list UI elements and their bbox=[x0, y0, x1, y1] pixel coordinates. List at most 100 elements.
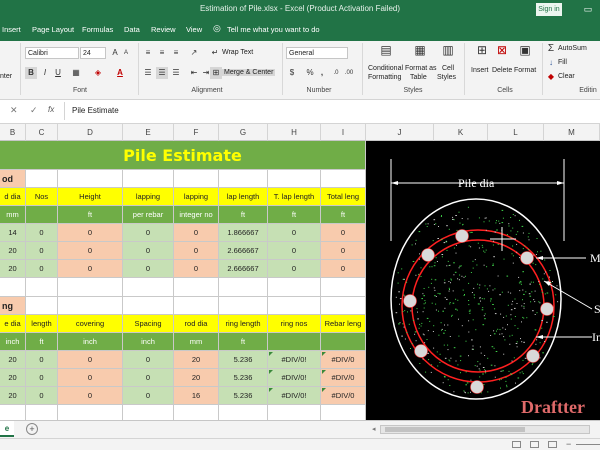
cell[interactable] bbox=[0, 405, 26, 420]
section-label[interactable]: ng bbox=[0, 297, 26, 315]
decrease-decimal-icon[interactable]: .00 bbox=[343, 67, 355, 79]
underline-button[interactable]: U bbox=[52, 67, 64, 79]
column-header-k[interactable]: K bbox=[434, 124, 488, 141]
decrease-font-icon[interactable]: A bbox=[120, 47, 132, 59]
wrap-text-icon[interactable]: ↵ bbox=[209, 47, 221, 59]
table-header-cell[interactable]: lapping bbox=[174, 188, 219, 206]
data-cell[interactable]: 0 bbox=[123, 369, 174, 387]
clipboard-partial-label[interactable]: nter bbox=[0, 73, 12, 80]
cell[interactable] bbox=[58, 170, 123, 188]
cell[interactable] bbox=[268, 170, 321, 188]
enter-icon[interactable]: ✓ bbox=[30, 105, 38, 116]
data-cell[interactable]: 0 bbox=[123, 351, 174, 369]
table-header-cell[interactable]: Spacing bbox=[123, 315, 174, 333]
section-label[interactable]: od bbox=[0, 170, 26, 188]
data-cell[interactable]: 0 bbox=[123, 260, 174, 278]
data-cell[interactable]: 0 bbox=[58, 242, 123, 260]
data-cell[interactable]: 0 bbox=[321, 224, 366, 242]
cell[interactable] bbox=[123, 278, 174, 297]
font-size-select[interactable]: 24 bbox=[80, 47, 106, 59]
sheet-title-cell[interactable]: Pile Estimate bbox=[0, 141, 366, 170]
column-header-m[interactable]: M bbox=[544, 124, 600, 141]
data-cell[interactable]: 0 bbox=[26, 260, 58, 278]
cell[interactable] bbox=[26, 297, 58, 315]
unit-cell[interactable]: ft bbox=[26, 333, 58, 351]
cell[interactable] bbox=[58, 297, 123, 315]
data-cell[interactable]: #DIV/0 bbox=[321, 387, 366, 405]
insert-cells-button[interactable]: Insert bbox=[471, 67, 489, 74]
wrap-text-button[interactable]: Wrap Text bbox=[222, 49, 253, 56]
table-header-cell[interactable]: d dia bbox=[0, 188, 26, 206]
data-cell[interactable]: 0 bbox=[26, 369, 58, 387]
align-center-icon[interactable]: ☰ bbox=[156, 67, 168, 79]
cell[interactable] bbox=[219, 278, 268, 297]
conditional-label-2[interactable]: Formatting bbox=[368, 74, 401, 81]
column-header-c[interactable]: C bbox=[26, 124, 58, 141]
fill-color-icon[interactable]: ◈ bbox=[92, 67, 104, 79]
data-cell[interactable]: 20 bbox=[0, 387, 26, 405]
horizontal-scrollbar[interactable] bbox=[380, 425, 590, 434]
font-color-icon[interactable]: A bbox=[114, 67, 126, 79]
table-header-cell[interactable]: e dia bbox=[0, 315, 26, 333]
worksheet-grid[interactable]: BCDEFGHIJKLM Pile Estimate od d dia Nos Heig… bbox=[0, 124, 600, 420]
unit-cell[interactable]: per rebar bbox=[123, 206, 174, 224]
data-cell[interactable]: 0 bbox=[123, 242, 174, 260]
data-cell[interactable]: 0 bbox=[26, 387, 58, 405]
tab-page-layout[interactable]: Page Layout bbox=[32, 25, 74, 34]
data-cell[interactable]: 20 bbox=[0, 369, 26, 387]
data-cell[interactable]: 20 bbox=[0, 260, 26, 278]
data-cell[interactable]: 0 bbox=[26, 242, 58, 260]
data-cell[interactable]: #DIV/0 bbox=[321, 369, 366, 387]
merge-center-button[interactable]: Merge & Center bbox=[222, 69, 276, 76]
unit-cell[interactable]: ft bbox=[321, 206, 366, 224]
data-cell[interactable]: 0 bbox=[123, 387, 174, 405]
number-format-select[interactable]: General bbox=[286, 47, 348, 59]
cell[interactable] bbox=[174, 278, 219, 297]
comma-button[interactable]: , bbox=[316, 67, 328, 79]
page-break-view-icon[interactable] bbox=[548, 441, 557, 448]
data-cell[interactable]: 0 bbox=[123, 224, 174, 242]
data-cell[interactable]: 0 bbox=[58, 369, 123, 387]
data-cell[interactable]: 20 bbox=[0, 242, 26, 260]
percent-button[interactable]: % bbox=[304, 67, 316, 79]
table-header-cell[interactable]: ring nos bbox=[268, 315, 321, 333]
tab-insert[interactable]: Insert bbox=[2, 25, 21, 34]
currency-icon[interactable]: $ bbox=[286, 67, 298, 79]
delete-cells-icon[interactable]: ⊠ bbox=[494, 44, 510, 56]
cell[interactable] bbox=[174, 405, 219, 420]
data-cell[interactable]: 0 bbox=[58, 387, 123, 405]
format-as-label-1[interactable]: Format as bbox=[405, 65, 437, 72]
data-cell[interactable]: 5.236 bbox=[219, 387, 268, 405]
format-as-table-icon[interactable]: ▦ bbox=[412, 44, 428, 56]
table-header-cell[interactable]: Height bbox=[58, 188, 123, 206]
data-cell[interactable]: 0 bbox=[58, 260, 123, 278]
cell[interactable] bbox=[174, 170, 219, 188]
fill-icon[interactable]: ↓ bbox=[545, 57, 557, 69]
data-cell[interactable]: #DIV/0! bbox=[268, 369, 321, 387]
cell[interactable] bbox=[219, 297, 268, 315]
cell[interactable] bbox=[26, 170, 58, 188]
bold-button[interactable]: B bbox=[25, 67, 37, 79]
column-header-i[interactable]: I bbox=[321, 124, 366, 141]
cancel-icon[interactable]: ✕ bbox=[10, 105, 18, 116]
cell[interactable] bbox=[123, 297, 174, 315]
table-header-cell[interactable]: lap length bbox=[219, 188, 268, 206]
tab-review[interactable]: Review bbox=[151, 25, 176, 34]
unit-cell[interactable]: inch bbox=[0, 333, 26, 351]
tell-me-search[interactable]: Tell me what you want to do bbox=[227, 25, 320, 34]
zoom-out-icon[interactable]: − bbox=[566, 439, 571, 449]
increase-decimal-icon[interactable]: .0 bbox=[330, 67, 342, 79]
data-cell[interactable]: 2.666667 bbox=[219, 260, 268, 278]
align-top-icon[interactable]: ≡ bbox=[142, 47, 154, 59]
font-name-select[interactable]: Calibri bbox=[25, 47, 79, 59]
data-cell[interactable]: 14 bbox=[0, 224, 26, 242]
data-cell[interactable]: 5.236 bbox=[219, 369, 268, 387]
data-cell[interactable]: 0 bbox=[26, 351, 58, 369]
data-cell[interactable]: 0 bbox=[268, 224, 321, 242]
insert-cells-icon[interactable]: ⊞ bbox=[474, 44, 490, 56]
cell[interactable] bbox=[268, 405, 321, 420]
decrease-indent-icon[interactable]: ⇤ bbox=[188, 67, 200, 79]
delete-cells-button[interactable]: Delete bbox=[492, 67, 512, 74]
data-cell[interactable]: #DIV/0 bbox=[321, 351, 366, 369]
autosum-button[interactable]: AutoSum bbox=[558, 45, 587, 52]
